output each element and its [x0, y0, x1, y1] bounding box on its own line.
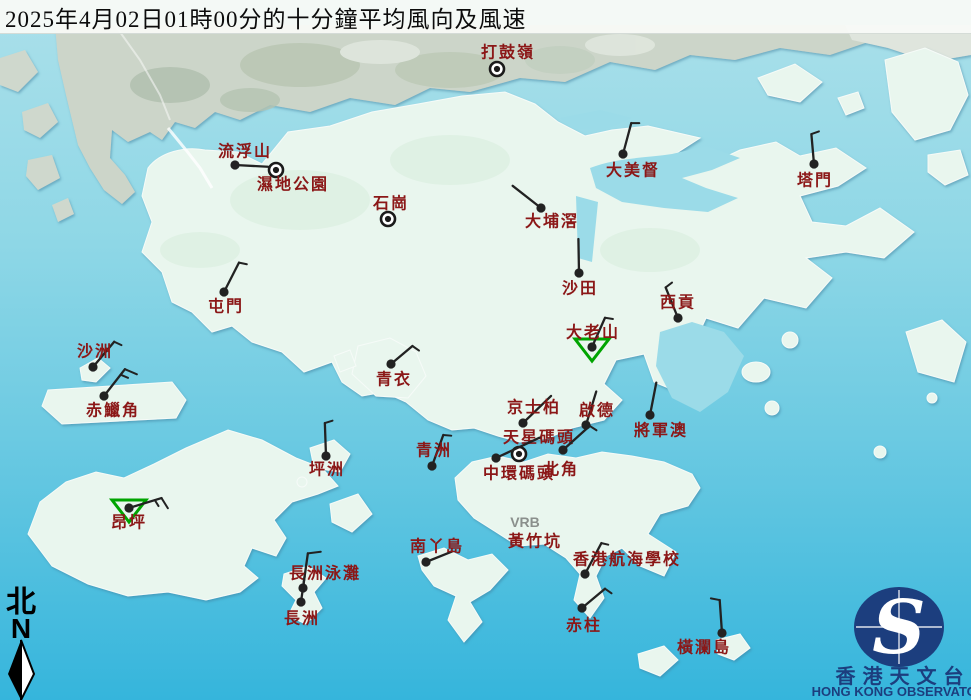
station-dot [645, 410, 654, 419]
station-label: 流浮山 [218, 142, 272, 161]
station-label: 長洲 [284, 610, 320, 628]
station-label: 橫瀾島 [677, 638, 731, 657]
wind-barb-staff [578, 239, 579, 273]
wind-barb-tick [443, 435, 451, 436]
wind-barb-staff [325, 423, 326, 456]
station-label: 石崗 [372, 194, 409, 213]
station-dot [518, 418, 527, 427]
station-label: 北角 [543, 460, 579, 479]
station-label: 坪洲 [309, 461, 345, 479]
station-label: 青衣 [376, 370, 412, 389]
hko-name-en: HONG KONG OBSERVATORY [812, 684, 971, 699]
station-dot [809, 159, 818, 168]
station-label: 將軍澳 [634, 421, 688, 440]
station-dot [673, 313, 682, 322]
wind-barb-tick [605, 318, 613, 319]
title-bar: 2025年4月02日01時00分的十分鐘平均風向及風速 [0, 0, 971, 34]
station-label: 大美督 [606, 161, 660, 180]
station-label: 香港航海學校 [572, 550, 681, 569]
station-dot [219, 287, 228, 296]
calm-symbol-dot [516, 451, 522, 457]
station-label: 沙田 [562, 280, 598, 298]
compass-letter: N [11, 613, 31, 644]
station-dot [427, 461, 436, 470]
wind-map-canvas: 打鼓嶺流浮山濕地公園石崗 大美督塔門大埔滘沙田屯門 西貢大老山沙洲赤鱲角 青衣坪洲昂坪… [0, 0, 971, 700]
station-label: 啟德 [579, 401, 615, 420]
map-title: 2025年4月02日01時00分的十分鐘平均風向及風速 [0, 0, 527, 34]
station-dot [321, 451, 330, 460]
station-label: 長洲泳灘 [289, 564, 361, 583]
station-dot [717, 628, 726, 637]
station-dot [230, 160, 239, 169]
station-dot [558, 445, 567, 454]
station-label: 打鼓嶺 [481, 43, 535, 62]
station-dot [99, 391, 108, 400]
station-dot [88, 362, 97, 371]
station-dot [577, 603, 586, 612]
station-label: 沙洲 [77, 343, 113, 361]
station-dot [491, 453, 500, 462]
station-dot [618, 149, 627, 158]
station-label: 大埔滘 [525, 212, 579, 231]
station-dot [574, 268, 583, 277]
hko-logo-s-icon: S [872, 585, 925, 671]
station-dot [124, 503, 133, 512]
station-dot [421, 557, 430, 566]
station-dot [386, 359, 395, 368]
station-dot [536, 203, 545, 212]
station-label: 西貢 [660, 294, 696, 312]
station-label: 昂坪 [111, 514, 147, 532]
station-label: 黃竹坑 [507, 532, 562, 551]
station-label: 南丫島 [410, 537, 464, 556]
station-label: 赤鱲角 [86, 401, 140, 420]
station-label: 塔門 [797, 171, 833, 190]
station-dot [580, 569, 589, 578]
station-label: 濕地公園 [257, 175, 329, 194]
station-label: 青洲 [416, 441, 452, 460]
hk-wind-map: 打鼓嶺流浮山濕地公園石崗 大美督塔門大埔滘沙田屯門 西貢大老山沙洲赤鱲角 青衣坪洲昂坪… [0, 0, 971, 700]
vrb-label: VRB [510, 514, 540, 530]
station-label: 大老山 [566, 323, 620, 342]
station-label: 屯門 [208, 297, 244, 316]
calm-symbol-dot [385, 216, 391, 222]
calm-symbol-dot [494, 66, 500, 72]
calm-symbol-dot [273, 167, 279, 173]
station-dot [296, 597, 305, 606]
station-label: 赤柱 [566, 616, 602, 635]
station-dot [587, 342, 596, 351]
station-label: 京士柏 [507, 398, 561, 417]
